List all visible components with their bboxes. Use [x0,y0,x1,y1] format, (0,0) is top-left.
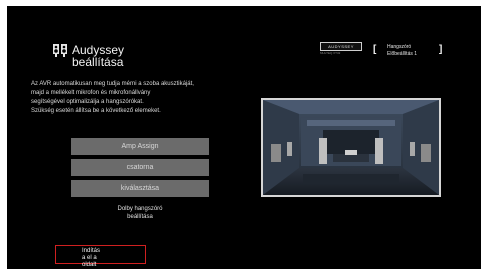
start-line-3: oldalt [82,262,97,268]
start-line-2: a el a [82,255,97,261]
amp-assign-button[interactable]: Amp Assign [71,138,209,155]
intro-line: segítségével optimalizálja a hangszóróka… [31,99,144,105]
setup-screen: Audyssey beállítása AUDYSSEY MULTEQ XT32… [7,6,481,269]
listening-room-image [261,98,441,197]
breadcrumb-bracket-close: ] [439,44,443,55]
breadcrumb-line-1: Hangszóró [387,44,412,50]
audyssey-logo-text: AUDYSSEY [328,44,354,49]
dolby-line-1: Dolby hangszóró [117,206,163,212]
intro-line: majd a mellékelt mikrofon és mikrofonáll… [31,90,151,96]
page-title: Audyssey beállítása [72,44,124,68]
channel-button[interactable]: csatorna [71,159,209,176]
breadcrumb-bracket-open: [ [373,44,377,55]
start-button[interactable]: Indítás a el a oldalt [55,245,146,268]
dolby-line-2: beállítása [127,214,153,220]
room-illustration [263,100,439,195]
breadcrumb: Hangszóró Előbeállítás 1 [387,44,417,58]
start-line-1: Indítás [82,248,101,254]
breadcrumb-line-2: Előbeállítás 1 [387,51,418,57]
intro-line: Szükség esetén állítsa be a következő el… [31,108,161,114]
intro-line: Az AVR automatikusan meg tudja mérni a s… [31,81,194,87]
speaker-icon [53,44,67,57]
dolby-speaker-setup-option[interactable]: Dolby hangszóró beállítása [71,205,209,221]
title-line-2: beállítása [72,55,124,69]
selection-button[interactable]: kiválasztása [71,180,209,197]
audyssey-logo-tagline: MULTEQ XT32 [320,52,341,55]
intro-text: Az AVR automatikusan meg tudja mérni a s… [31,80,263,116]
